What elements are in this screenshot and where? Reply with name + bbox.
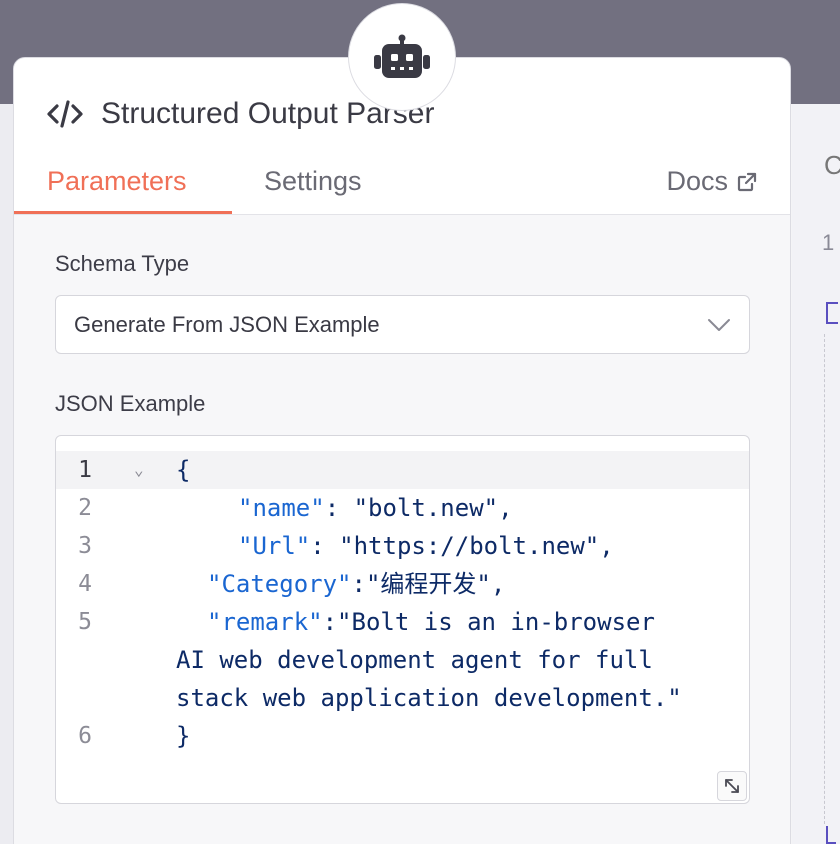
- code-line-wrapped: stack web application development.": [56, 679, 749, 717]
- robot-icon: [374, 34, 430, 78]
- json-value: : "https://bolt.new",: [310, 532, 614, 560]
- code-text: AI web development agent for full: [176, 646, 653, 674]
- code-line-wrapped: AI web development agent for full: [56, 641, 749, 679]
- output-indent-guide: [824, 334, 825, 824]
- docs-label: Docs: [666, 166, 728, 196]
- json-key: "name": [238, 494, 325, 522]
- code-text: stack web application development.": [176, 684, 682, 712]
- code-text: {: [176, 456, 191, 484]
- output-bracket-close: [826, 826, 836, 844]
- json-value: : "bolt.new",: [324, 494, 513, 522]
- line-number: 5: [78, 609, 92, 635]
- output-panel-title-fragment: C: [824, 150, 840, 180]
- json-example-label: JSON Example: [55, 391, 206, 416]
- node-avatar: [348, 3, 456, 111]
- code-line: 5 "remark":"Bolt is an in-browser: [56, 603, 749, 641]
- json-value: :"编程开发",: [351, 570, 506, 598]
- json-example-editor[interactable]: 1 ⌄ { 2 "name": "bolt.new", 3 "Url": "ht…: [55, 435, 750, 804]
- active-tab-indicator: [14, 211, 232, 214]
- expand-editor-button[interactable]: [717, 771, 747, 801]
- line-number: 6: [78, 723, 92, 749]
- chevron-down-icon: [708, 318, 730, 331]
- line-number: 2: [78, 495, 92, 521]
- docs-link[interactable]: Docs: [666, 166, 758, 197]
- schema-type-label: Schema Type: [55, 251, 190, 276]
- code-line: 6 }: [56, 717, 749, 755]
- output-panel-edge: [792, 104, 840, 844]
- code-line: 2 "name": "bolt.new",: [56, 489, 749, 527]
- json-key: "Category": [207, 570, 352, 598]
- output-line-number: 1: [822, 230, 835, 255]
- expand-arrows-icon: [725, 779, 739, 793]
- left-panel-edge: [0, 104, 14, 844]
- code-line: 4 "Category":"编程开发",: [56, 565, 749, 603]
- schema-type-value: Generate From JSON Example: [74, 311, 380, 337]
- code-line: 1 ⌄ {: [56, 451, 749, 489]
- json-value: :"Bolt is an in-browser: [322, 608, 655, 636]
- json-key: "Url": [238, 532, 311, 560]
- code-icon: [47, 96, 83, 132]
- fold-chevron-icon[interactable]: ⌄: [134, 451, 144, 489]
- line-number: 4: [78, 571, 92, 597]
- json-key: "remark": [207, 608, 323, 636]
- line-number: 3: [78, 533, 92, 559]
- tab-bar: Parameters Settings Docs: [14, 158, 790, 215]
- external-link-icon: [737, 172, 757, 191]
- tab-settings[interactable]: Settings: [264, 166, 362, 197]
- code-text: }: [176, 722, 191, 750]
- code-line: 3 "Url": "https://bolt.new",: [56, 527, 749, 565]
- node-parameters-dialog: Structured Output Parser Parameters Sett…: [13, 57, 791, 844]
- output-bracket-open: [826, 302, 838, 324]
- tab-parameters[interactable]: Parameters: [47, 166, 187, 197]
- schema-type-select[interactable]: Generate From JSON Example: [55, 295, 750, 354]
- line-number: 1: [78, 457, 92, 483]
